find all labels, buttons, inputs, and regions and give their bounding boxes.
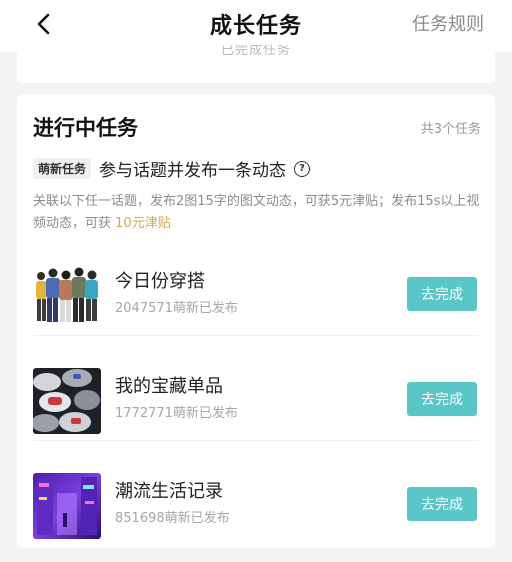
topic-name[interactable]: 潮流生活记录: [115, 477, 223, 503]
topic-item: 今日份穿搭 2047571萌新已发布 去完成: [33, 257, 479, 336]
topic-item: 我的宝藏单品 1772771萌新已发布 去完成: [33, 362, 479, 441]
topic-participants: 1772771萌新已发布: [115, 406, 238, 421]
topic-name[interactable]: 今日份穿搭: [115, 267, 205, 293]
in-progress-tasks-card: 进行中任务 共3个任务 萌新任务 参与话题并发布一条动态 ? 关联以下任一话题，…: [17, 94, 495, 548]
people-group-thumbnail[interactable]: [33, 263, 101, 329]
section-title: 进行中任务: [33, 116, 138, 140]
task-name: 参与话题并发布一条动态: [99, 161, 287, 181]
topic-item: 潮流生活记录 851698萌新已发布 去完成: [33, 467, 479, 545]
task-description-text: 关联以下任一话题，发布2图15字的图文动态，可获5元津贴；发布15s以上视频动态…: [33, 194, 480, 231]
sneakers-thumbnail[interactable]: [33, 368, 101, 434]
complete-task-button[interactable]: 去完成: [407, 277, 477, 311]
completed-tasks-label: 已完成任务: [220, 45, 291, 58]
complete-task-button[interactable]: 去完成: [407, 382, 477, 416]
completed-tasks-card: 已完成任务: [17, 45, 495, 83]
topic-participants: 2047571萌新已发布: [115, 301, 238, 316]
task-rules-link[interactable]: 任务规则: [412, 10, 484, 36]
help-icon[interactable]: ?: [294, 160, 311, 177]
newbie-task-badge: 萌新任务: [33, 158, 92, 179]
reward-highlight: 10元津贴: [115, 216, 171, 231]
task-description: 关联以下任一话题，发布2图15字的图文动态，可获5元津贴；发布15s以上视频动态…: [33, 191, 481, 235]
topic-participants: 851698萌新已发布: [115, 511, 230, 526]
complete-task-button[interactable]: 去完成: [407, 487, 477, 521]
task-header: 萌新任务 参与话题并发布一条动态 ?: [33, 156, 311, 181]
neon-street-thumbnail[interactable]: [33, 473, 101, 539]
topic-name[interactable]: 我的宝藏单品: [115, 372, 223, 398]
task-count: 共3个任务: [420, 122, 481, 137]
